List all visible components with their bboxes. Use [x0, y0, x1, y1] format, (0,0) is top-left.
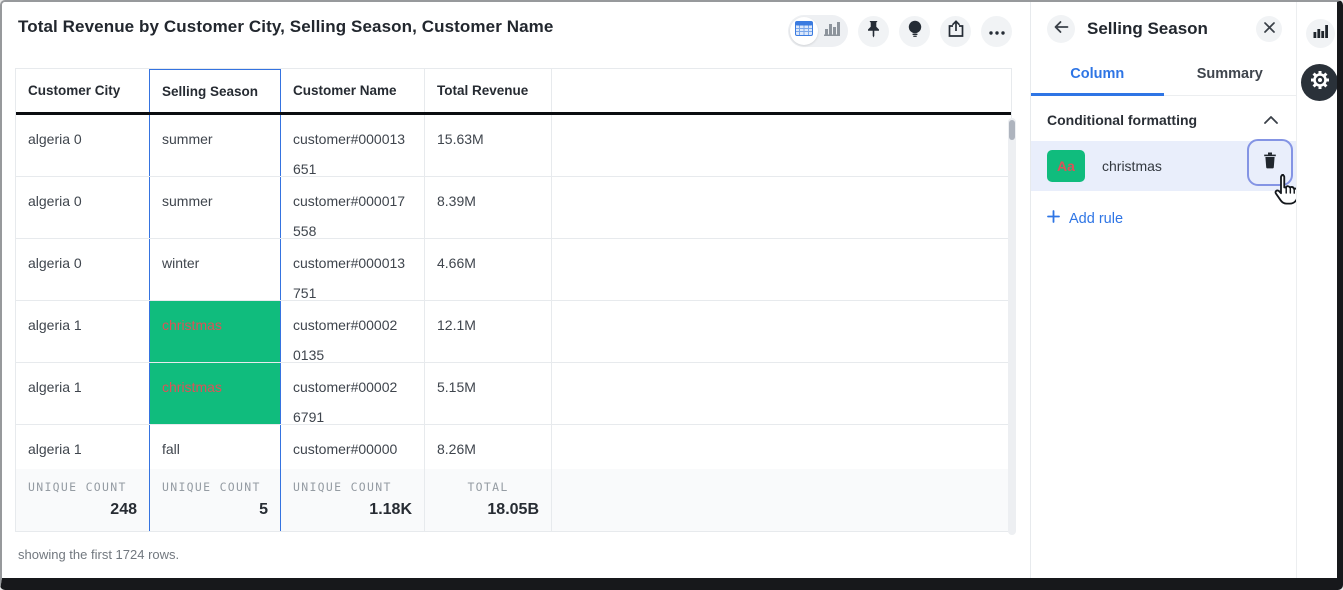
cell-total-revenue[interactable]: 12.1M — [425, 301, 552, 362]
close-icon — [1264, 20, 1275, 38]
cell-total-revenue[interactable]: 8.39M — [425, 177, 552, 238]
aggregate-empty — [552, 469, 1011, 531]
cell-empty — [552, 177, 1011, 238]
cell-customer-city[interactable]: algeria 1 — [16, 301, 149, 362]
add-rule-label: Add rule — [1069, 211, 1123, 227]
column-header-total-revenue[interactable]: Total Revenue — [425, 69, 552, 112]
table-view-button[interactable] — [790, 17, 818, 45]
pin-icon — [866, 20, 881, 43]
toolbar — [788, 15, 1012, 47]
insight-button[interactable] — [899, 16, 930, 47]
table-row[interactable]: algeria 1 christmas customer#000020135 1… — [16, 301, 1011, 363]
cell-selling-season[interactable]: summer — [149, 177, 281, 238]
add-rule-button[interactable]: Add rule — [1031, 191, 1296, 246]
arrow-left-icon — [1054, 20, 1069, 39]
scrollbar-thumb[interactable] — [1009, 120, 1015, 140]
results-table: Customer City Selling Season Customer Na… — [15, 68, 1012, 532]
aggregate-unique-count: UNIQUE COUNT 248 — [16, 469, 149, 531]
cell-customer-name[interactable]: customer#000020135 — [281, 301, 425, 362]
page-title: Total Revenue by Customer City, Selling … — [18, 17, 553, 37]
table-row[interactable]: algeria 1 christmas customer#000026791 5… — [16, 363, 1011, 425]
aggregate-unique-count: UNIQUE COUNT 1.18K — [281, 469, 425, 531]
delete-rule-button[interactable] — [1247, 139, 1293, 186]
sidebar-header: Selling Season — [1031, 2, 1296, 43]
column-header-selling-season[interactable]: Selling Season — [149, 69, 281, 112]
section-title: Conditional formatting — [1047, 112, 1197, 128]
pin-button[interactable] — [858, 16, 889, 47]
settings-button[interactable] — [1301, 64, 1338, 101]
cell-customer-city[interactable]: algeria 0 — [16, 115, 149, 176]
aggregate-total: TOTAL 18.05B — [425, 469, 552, 531]
cell-customer-name[interactable]: customer#000013651 — [281, 115, 425, 176]
cell-total-revenue[interactable]: 15.63M — [425, 115, 552, 176]
column-header-customer-name[interactable]: Customer Name — [281, 69, 425, 112]
viz-switcher — [788, 15, 848, 47]
share-button[interactable] — [940, 16, 971, 47]
cell-empty — [552, 239, 1011, 300]
cell-customer-name[interactable]: customer#000026791 — [281, 363, 425, 424]
lightbulb-icon — [908, 20, 922, 42]
close-sidebar-button[interactable] — [1256, 16, 1282, 42]
table-row[interactable]: algeria 0 winter customer#000013751 4.66… — [16, 239, 1011, 301]
table-row[interactable]: algeria 0 summer customer#000013651 15.6… — [16, 115, 1011, 177]
more-options-button[interactable] — [981, 16, 1012, 47]
cell-empty — [552, 301, 1011, 362]
cell-customer-name[interactable]: customer#000013751 — [281, 239, 425, 300]
formatting-rule-row[interactable]: Aa christmas — [1031, 141, 1296, 191]
cell-empty — [552, 363, 1011, 424]
cell-total-revenue[interactable]: 8.26M — [425, 425, 552, 469]
rule-color-swatch[interactable]: Aa — [1047, 150, 1085, 182]
row-count-note: showing the first 1724 rows. — [18, 547, 179, 562]
ellipsis-icon — [989, 22, 1005, 40]
table-scrollbar[interactable] — [1008, 118, 1016, 535]
visualization-button[interactable] — [1306, 19, 1335, 48]
cell-customer-city[interactable]: algeria 0 — [16, 239, 149, 300]
app-window: Total Revenue by Customer City, Selling … — [0, 0, 1343, 590]
sidebar-tabs: Column Summary — [1031, 57, 1296, 96]
gear-icon — [1310, 70, 1330, 95]
aggregate-unique-count: UNIQUE COUNT 5 — [149, 469, 281, 531]
bar-chart-icon — [824, 21, 840, 41]
column-header-customer-city[interactable]: Customer City — [16, 69, 149, 112]
chevron-up-icon[interactable] — [1264, 111, 1278, 129]
cell-selling-season[interactable]: summer — [149, 115, 281, 176]
sidebar-title: Selling Season — [1087, 19, 1244, 39]
rule-label: christmas — [1102, 158, 1162, 174]
tab-column[interactable]: Column — [1031, 57, 1164, 96]
tab-summary[interactable]: Summary — [1164, 57, 1297, 96]
trash-icon — [1263, 152, 1277, 174]
right-edge-strip — [1296, 2, 1337, 578]
column-settings-sidebar: Selling Season Column Summary Conditiona… — [1030, 2, 1296, 578]
bar-chart-icon — [1313, 24, 1328, 43]
table-header-row: Customer City Selling Season Customer Na… — [16, 69, 1011, 115]
cell-total-revenue[interactable]: 5.15M — [425, 363, 552, 424]
cell-customer-name[interactable]: customer#000017558 — [281, 177, 425, 238]
plus-icon — [1047, 210, 1060, 227]
cell-total-revenue[interactable]: 4.66M — [425, 239, 552, 300]
cell-selling-season[interactable]: fall — [149, 425, 281, 469]
main-panel: Total Revenue by Customer City, Selling … — [2, 2, 1030, 578]
table-icon — [795, 21, 813, 41]
cell-customer-name[interactable]: customer#00000 — [281, 425, 425, 469]
cell-empty — [552, 425, 1011, 469]
table-aggregates-row: UNIQUE COUNT 248 UNIQUE COUNT 5 UNIQUE C… — [16, 469, 1011, 532]
table-row[interactable]: algeria 1 fall customer#00000 8.26M — [16, 425, 1011, 469]
cell-selling-season[interactable]: winter — [149, 239, 281, 300]
cell-empty — [552, 115, 1011, 176]
cell-customer-city[interactable]: algeria 1 — [16, 425, 149, 469]
back-button[interactable] — [1047, 15, 1075, 43]
cell-customer-city[interactable]: algeria 0 — [16, 177, 149, 238]
cell-selling-season-highlighted[interactable]: christmas — [149, 363, 281, 424]
table-row[interactable]: algeria 0 summer customer#000017558 8.39… — [16, 177, 1011, 239]
conditional-formatting-section-header[interactable]: Conditional formatting — [1031, 96, 1296, 141]
column-header-empty — [552, 69, 1011, 112]
cell-selling-season-highlighted[interactable]: christmas — [149, 301, 281, 362]
chart-view-button[interactable] — [818, 17, 846, 45]
share-icon — [948, 20, 964, 42]
cell-customer-city[interactable]: algeria 1 — [16, 363, 149, 424]
